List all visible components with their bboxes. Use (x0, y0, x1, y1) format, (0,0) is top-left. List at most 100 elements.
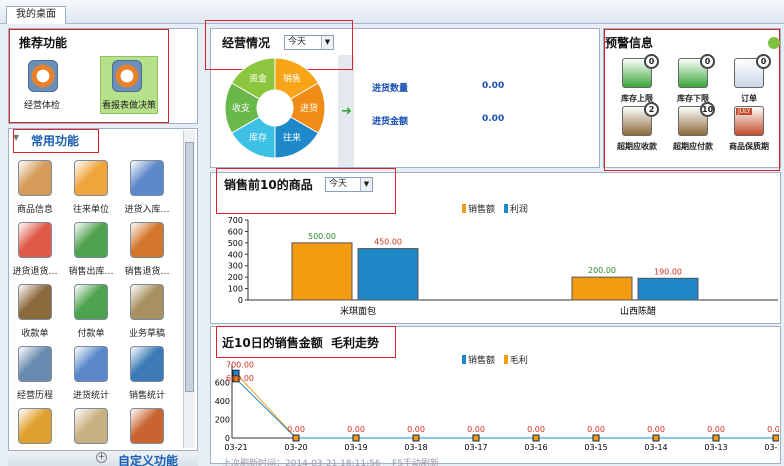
business-title: 经营情况 (222, 36, 271, 50)
bar-value-label: 190.00 (654, 267, 682, 276)
alert-label: 库存下限 (677, 94, 709, 103)
common-item-label: 商品信息 (16, 205, 53, 215)
series-point[interactable] (472, 434, 480, 442)
series-point[interactable] (712, 434, 720, 442)
point-value-label: 640.00 (226, 374, 254, 383)
purchase-in-icon[interactable] (130, 160, 164, 196)
alert-count-badge: 10 (700, 102, 715, 117)
scrollbar-thumb[interactable] (185, 142, 194, 392)
chart-icon[interactable] (18, 408, 52, 444)
y-tick-label: 100 (228, 285, 243, 294)
purchase-return-icon[interactable] (18, 222, 52, 258)
health-check-icon (28, 60, 58, 92)
common-item-label: 进货入库… (124, 205, 170, 215)
common-item-label: 进货统计 (72, 391, 109, 401)
alert-count-badge: 0 (700, 54, 715, 69)
trend-title: 近10日的销售金额 毛利走势 (222, 336, 380, 350)
x-category-label: 03-18 (404, 443, 427, 452)
refresh-icon[interactable] (768, 37, 780, 49)
series-line (235, 378, 776, 439)
point-value-label: 0.00 (707, 425, 725, 434)
bar[interactable] (291, 242, 353, 301)
contacts-icon[interactable] (74, 160, 108, 196)
business-period-value: 今天 (288, 37, 307, 47)
bar[interactable] (571, 276, 633, 301)
receipt-icon[interactable] (18, 284, 52, 320)
top10-bar-chart: 700 600 500 400 300 200 100 0 500.00 450.00 米琪面包 20… (228, 216, 778, 317)
trend-footer: 上次刷新时间：2014-03-21 18:11:56 F5手动刷新 (222, 459, 439, 466)
point-value-label: 0.00 (347, 425, 365, 434)
bar-value-label: 450.00 (374, 238, 402, 247)
point-value-label: 0.00 (287, 425, 305, 434)
common-scrollbar[interactable] (183, 130, 195, 448)
y-tick-label: 600 (228, 227, 243, 236)
series-point[interactable] (652, 434, 660, 442)
history-icon[interactable] (18, 346, 52, 382)
business-wheel: 资金 销售进货往来 库存 收支 (224, 57, 326, 159)
money-icon[interactable] (74, 408, 108, 444)
top-bar: 我的桌面 (0, 0, 784, 24)
sales-return-icon[interactable] (130, 222, 164, 258)
purchase-stats-icon[interactable] (74, 346, 108, 382)
x-category-label: 03-13 (704, 443, 727, 452)
bar-value-label: 500.00 (308, 232, 336, 241)
tab-desktop[interactable]: 我的桌面 (6, 6, 66, 24)
alert-count-badge: 0 (756, 54, 771, 69)
y-tick-label: 200 (215, 416, 230, 425)
series-point[interactable] (292, 434, 300, 442)
wheel-label: 收支 (232, 102, 250, 114)
series-point[interactable] (772, 434, 779, 442)
recommend-title: 推荐功能 (19, 36, 68, 50)
recommend-item-label: 看报表做决策 (101, 101, 156, 111)
y-tick-label: 300 (228, 262, 243, 271)
y-tick-label: 0 (238, 296, 243, 305)
common-item-label: 进货退货… (12, 267, 58, 277)
common-item-label: 销售出库… (68, 267, 114, 277)
bar[interactable] (357, 248, 419, 301)
business-period-select[interactable]: 今天 ▼ (284, 35, 334, 50)
series-point[interactable] (352, 434, 360, 442)
payment-icon[interactable] (74, 284, 108, 320)
common-item-label: 付款单 (77, 329, 105, 339)
x-category-label: 米琪面包 (340, 305, 376, 317)
recommend-item-label: 经营体检 (23, 101, 60, 111)
custom-bar[interactable]: + 自定义功能 (8, 450, 198, 466)
custom-label: 自定义功能 (118, 454, 179, 466)
point-value-label: 0.00 (527, 425, 545, 434)
draft-icon[interactable] (130, 284, 164, 320)
top10-period-select[interactable]: 今天 ▼ (325, 177, 373, 192)
report-decision-icon (112, 60, 142, 92)
alert-label: 商品保质期 (729, 142, 769, 151)
arrow-right-icon: ➜ (341, 104, 352, 119)
wheel-label: 进货 (300, 102, 318, 114)
exit-icon[interactable] (130, 408, 164, 444)
y-tick-label: 400 (228, 250, 243, 259)
wheel-center (258, 91, 292, 125)
product-info-icon[interactable] (18, 160, 52, 196)
stat-purchase-amt-label: 进货金额 (372, 117, 409, 127)
series-line (235, 372, 776, 439)
point-value-label: 0.00 (587, 425, 605, 434)
bar[interactable] (637, 277, 699, 301)
alert-label: 库存上限 (621, 94, 653, 103)
alert-label: 订单 (741, 94, 757, 103)
wheel-label: 库存 (249, 131, 267, 143)
sales-stats-icon[interactable] (130, 346, 164, 382)
series-point[interactable] (412, 434, 420, 442)
wheel-label: 往来 (283, 131, 301, 143)
alert-label: 超期应付款 (673, 142, 713, 151)
series-point[interactable] (592, 434, 600, 442)
series-point[interactable] (532, 434, 540, 442)
common-item-label: 销售统计 (128, 391, 165, 401)
point-value-label: 700.00 (226, 360, 254, 369)
common-item-label: 销售退货… (124, 267, 170, 277)
sales-out-icon[interactable] (74, 222, 108, 258)
common-item-label: 收款单 (21, 329, 49, 339)
point-value-label: 0.00 (647, 425, 665, 434)
calendar-month: JULY (736, 108, 753, 115)
stat-purchase-amt-value: 0.00 (482, 114, 505, 124)
x-category-label: 03-12 (764, 443, 779, 452)
y-tick-label: 0 (225, 434, 230, 443)
common-item-label: 往来单位 (72, 205, 109, 215)
y-tick-label: 700 (228, 216, 243, 225)
